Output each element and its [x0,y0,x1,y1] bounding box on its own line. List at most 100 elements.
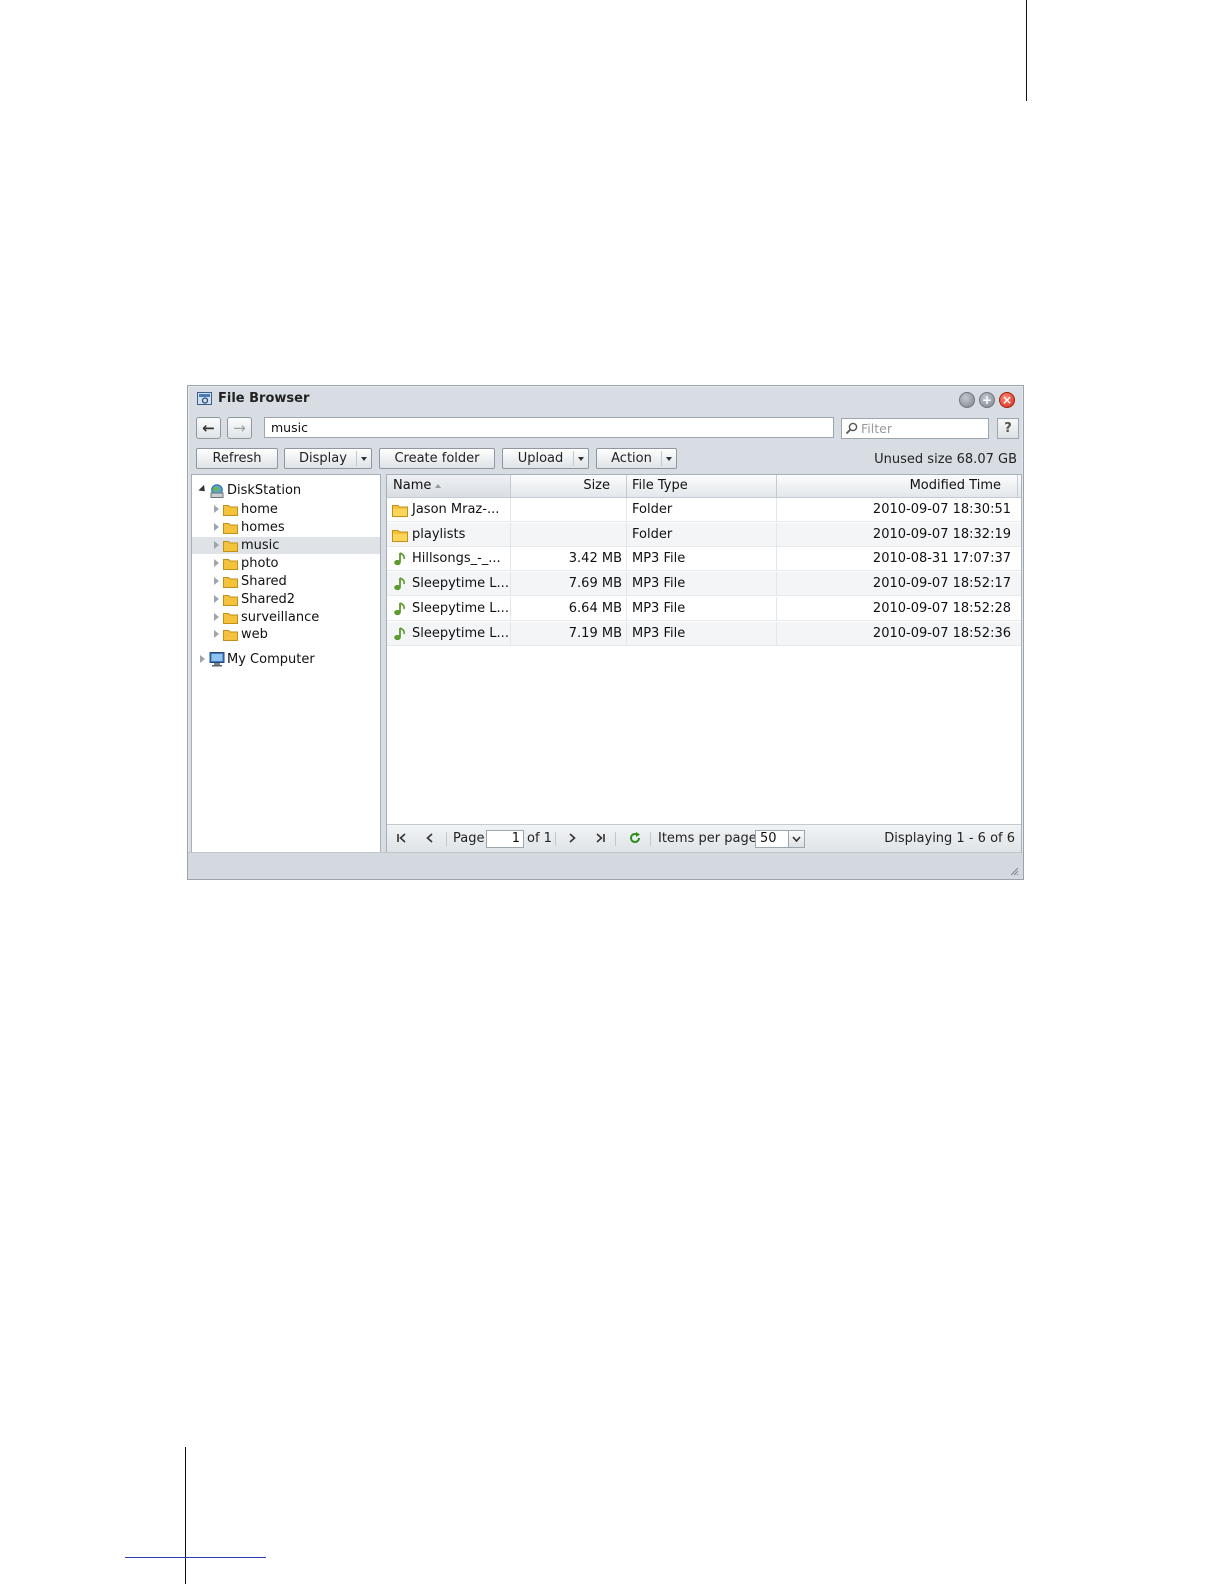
tree-label-diskstation: DiskStation [227,483,302,498]
column-type-label: File Type [632,478,688,493]
chevron-down-icon [666,457,672,461]
tree-label: home [241,502,278,517]
tree-node-web[interactable]: web [212,626,378,643]
folder-icon [223,613,238,624]
upload-button[interactable]: Upload [502,448,589,469]
table-row[interactable]: Sleepytime L... 6.64 MB MP3 File 2010-09-07… [387,596,1021,621]
folder-icon [223,505,238,516]
chevron-down-icon [361,457,367,461]
file-name: Sleepytime L... [412,625,509,641]
expand-toggle-icon[interactable] [198,484,208,495]
action-button[interactable]: Action [596,448,677,469]
expand-toggle-icon[interactable] [214,523,219,531]
next-page-icon[interactable] [565,831,579,845]
column-header-modified-time[interactable]: Modified Time [777,475,1018,497]
tree-node-photo[interactable]: photo [212,555,378,572]
pager-separator [446,832,447,846]
folder-icon [223,541,238,552]
split-separator [661,451,662,466]
pager-separator [615,832,616,846]
action-label: Action [611,451,652,466]
table-row[interactable]: Jason Mraz-... Folder 2010-09-07 18:30:51 [387,498,1021,522]
cell-size: 6.64 MB [568,600,622,616]
expand-toggle-icon[interactable] [214,541,219,549]
column-header-size[interactable]: Size [511,475,626,497]
expand-toggle-icon[interactable] [214,577,219,585]
window-title: File Browser [218,391,310,406]
expand-toggle-icon[interactable] [214,559,219,567]
column-separator[interactable] [1017,475,1018,497]
filter-placeholder: Filter [861,421,892,436]
table-row[interactable]: playlists Folder 2010-09-07 18:32:19 [387,522,1021,547]
grid-header: Name Size File Type Modified Time [387,475,1021,498]
page-number-input[interactable]: 1 [486,830,524,848]
unused-size-text: Unused size 68.07 GB [874,452,1017,467]
resize-grip-icon[interactable] [1009,866,1019,876]
column-size-label: Size [583,478,610,493]
table-row[interactable]: Sleepytime L... 7.19 MB MP3 File 2010-09-07… [387,621,1021,646]
expand-toggle-icon[interactable] [214,613,219,621]
back-button[interactable]: ← [196,417,221,439]
maximize-icon[interactable]: + [979,392,995,408]
tree-node-my-computer[interactable]: My Computer [198,651,378,668]
forward-button[interactable]: → [227,417,252,439]
sort-ascending-icon [435,484,442,488]
tree-label: web [241,627,268,642]
tree-node-music[interactable]: music [192,537,380,554]
tree-node-home[interactable]: home [212,501,378,518]
tree-node-shared2[interactable]: Shared2 [212,591,378,608]
prev-page-icon[interactable] [423,831,437,845]
cell-name: Sleepytime L... [387,597,510,621]
tree-label-my-computer: My Computer [227,652,315,667]
path-input[interactable]: music [264,417,834,438]
close-icon[interactable]: × [999,392,1015,408]
chevron-down-icon [578,457,584,461]
tree-node-shared[interactable]: Shared [212,573,378,590]
minimize-icon[interactable] [959,392,975,408]
table-row[interactable]: Sleepytime L... 7.69 MB MP3 File 2010-09-07… [387,572,1021,597]
split-separator [573,451,574,466]
column-header-file-type[interactable]: File Type [627,475,776,497]
help-button[interactable]: ? [997,418,1019,439]
folder-icon [223,577,238,588]
file-name: Sleepytime L... [412,576,509,592]
last-page-icon[interactable] [593,831,607,845]
create-folder-label: Create folder [394,451,480,466]
chevron-down-icon[interactable] [788,831,804,847]
expand-toggle-icon[interactable] [214,595,219,603]
create-folder-button[interactable]: Create folder [379,448,495,469]
tree-label: photo [241,556,279,571]
arrow-left-icon: ← [202,419,215,437]
title-bar[interactable]: File Browser + × [188,386,1023,412]
file-browser-app-icon [197,392,212,405]
refresh-icon[interactable] [628,831,642,845]
expand-toggle-icon[interactable] [214,630,219,638]
pager-separator [650,832,651,846]
first-page-icon[interactable] [395,831,409,845]
cell-name: playlists [387,523,510,547]
tree-node-diskstation[interactable]: DiskStation [198,482,378,499]
cell-size [511,523,626,547]
items-per-page-select[interactable]: 50 [755,830,805,848]
cell-name: Sleepytime L... [387,622,510,646]
status-bar [188,852,1023,879]
tree-label: Shared2 [241,592,296,607]
expand-toggle-icon[interactable] [214,505,219,513]
table-row[interactable]: Hillsongs_-_... 3.42 MB MP3 File 2010-08-31… [387,547,1021,572]
column-header-name[interactable]: Name [387,475,510,497]
display-button[interactable]: Display [284,448,372,469]
tree-node-homes[interactable]: homes [212,519,378,536]
filter-input[interactable]: Filter [841,418,989,439]
expand-toggle-icon[interactable] [200,655,205,663]
cell-file-type: MP3 File [632,576,686,592]
arrow-right-icon: → [233,419,246,437]
folder-icon [223,630,238,641]
cell-file-type: Folder [632,502,673,517]
pager-separator [555,832,556,846]
pagination-bar: Page 1 of 1 Items per page 50 Displaying… [387,824,1021,852]
cell-modified-time: 2010-09-07 18:52:36 [872,625,1011,641]
tree-node-surveillance[interactable]: surveillance [212,609,378,626]
items-per-page-label: Items per page [658,831,757,846]
page-label: Page [453,831,485,846]
refresh-button[interactable]: Refresh [196,448,278,469]
